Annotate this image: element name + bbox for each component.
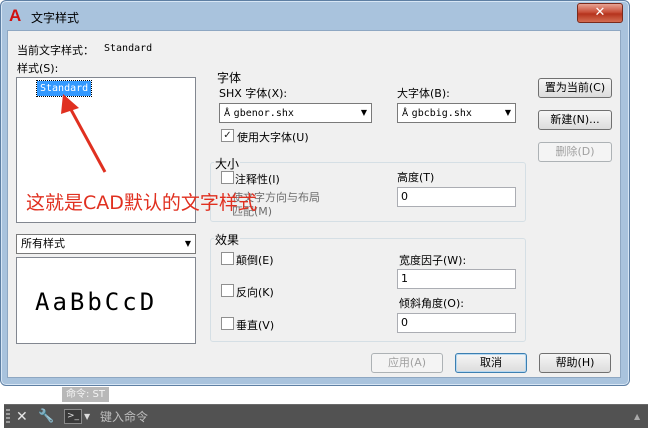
oblique-angle-label: 倾斜角度(O): — [399, 297, 464, 310]
height-label: 高度(T) — [397, 171, 435, 184]
annotation-arrow — [61, 94, 107, 173]
backwards-label: 反向(K) — [236, 286, 274, 299]
chevron-down-icon: ▼ — [184, 239, 191, 248]
chevron-down-icon[interactable]: ▼ — [84, 407, 90, 427]
window-title: 文字样式 — [31, 11, 80, 25]
close-icon[interactable]: ✕ — [16, 407, 28, 427]
bigfont-icon: Å — [402, 109, 409, 119]
delete-style-button[interactable]: 删除(D) — [538, 142, 612, 162]
bigfont-dropdown[interactable]: Å gbcbig.shx ▼ — [397, 103, 516, 123]
effects-group-title: 效果 — [214, 231, 241, 248]
use-bigfont-checkbox[interactable]: ✓ — [221, 129, 234, 142]
shx-font-value: gbenor.shx — [233, 108, 294, 119]
style-preview: AaBbCcD — [16, 257, 196, 344]
shx-font-dropdown[interactable]: Å gbenor.shx ▼ — [219, 103, 372, 123]
wrench-icon[interactable]: 🔧 — [38, 407, 54, 427]
annotative-checkbox[interactable] — [221, 171, 234, 184]
set-current-button[interactable]: 置为当前(C) — [538, 78, 612, 98]
help-button[interactable]: 帮助(H) — [539, 353, 611, 373]
title-bar[interactable]: A 文字样式 ✕ — [1, 1, 629, 31]
shx-font-label: SHX 字体(X): — [219, 87, 288, 100]
new-style-button[interactable]: 新建(N)... — [538, 110, 612, 130]
chevron-down-icon: ▼ — [360, 108, 367, 117]
preview-text: AaBbCcD — [35, 288, 158, 316]
annotation-arrowhead — [61, 94, 79, 114]
grip-handle-icon[interactable] — [6, 409, 10, 425]
backwards-checkbox[interactable] — [221, 284, 234, 297]
annotative-label: 注释性(I) — [235, 173, 280, 186]
command-input[interactable]: 键入命令 — [100, 407, 148, 427]
oblique-angle-input[interactable]: 0 — [397, 313, 516, 333]
upside-down-label: 颠倒(E) — [236, 254, 274, 267]
style-filter-value: 所有样式 — [21, 237, 65, 250]
shx-font-icon: Å — [224, 109, 231, 119]
vertical-checkbox[interactable] — [221, 317, 234, 330]
chevron-down-icon: ▼ — [504, 108, 511, 117]
use-bigfont-label: 使用大字体(U) — [237, 131, 309, 144]
size-group-title: 大小 — [214, 155, 241, 172]
height-input[interactable]: 0 — [397, 187, 516, 207]
height-value: 0 — [401, 190, 408, 203]
current-style-label: 当前文字样式： — [17, 44, 94, 57]
autocad-logo-icon: A — [9, 6, 22, 25]
annotation-arrow-line — [67, 105, 107, 173]
close-button[interactable]: ✕ — [577, 3, 623, 23]
checkmark-icon: ✓ — [223, 130, 232, 141]
upside-down-checkbox[interactable] — [221, 252, 234, 265]
width-factor-input[interactable]: 1 — [397, 269, 516, 289]
width-factor-value: 1 — [401, 272, 408, 285]
chevron-up-icon[interactable]: ▲ — [634, 408, 640, 426]
command-history: 命令: ST — [62, 387, 110, 402]
cancel-button[interactable]: 取消 — [455, 353, 527, 373]
bigfont-value: gbcbig.shx — [411, 108, 472, 119]
bigfont-label: 大字体(B): — [397, 87, 450, 100]
command-prompt-icon[interactable]: >_ — [64, 409, 82, 424]
close-icon: ✕ — [594, 5, 606, 20]
font-group-title: 字体 — [216, 69, 243, 86]
command-line-bar: ✕ 🔧 >_ ▼ 键入命令 ▲ — [4, 404, 648, 428]
styles-label: 样式(S): — [17, 62, 59, 75]
oblique-angle-value: 0 — [401, 316, 408, 329]
vertical-label: 垂直(V) — [236, 319, 275, 332]
current-style-value: Standard — [104, 43, 153, 54]
apply-button[interactable]: 应用(A) — [371, 353, 443, 373]
annotation-text: 这就是CAD默认的文字样式 — [26, 192, 257, 214]
style-filter-dropdown[interactable]: 所有样式 ▼ — [16, 234, 196, 254]
width-factor-label: 宽度因子(W): — [399, 254, 467, 267]
